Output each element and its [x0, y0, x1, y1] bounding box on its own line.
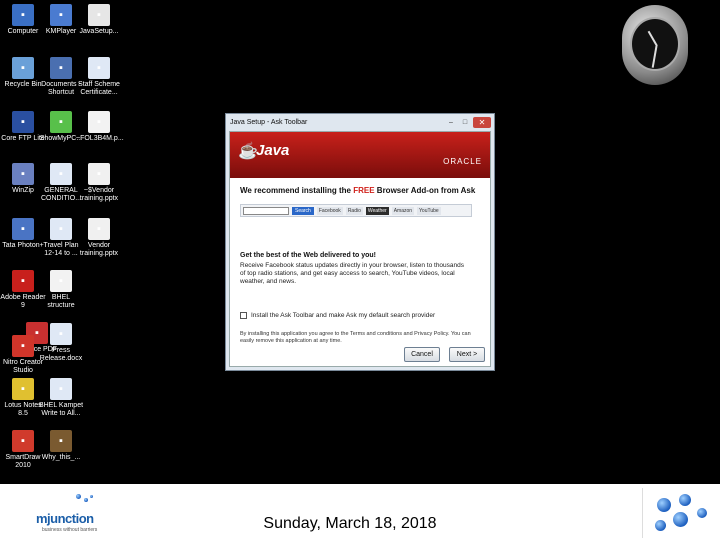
- pptx-icon: ▪: [88, 163, 110, 185]
- close-button[interactable]: ✕: [473, 117, 491, 128]
- pptx-icon: ▪: [88, 218, 110, 240]
- logo-dot-icon: [90, 495, 93, 498]
- ftp-icon: ▪: [12, 111, 34, 133]
- desktop-icon-label: ~FOL3B4M.p...: [76, 135, 124, 142]
- blue-dot-icon: [673, 512, 688, 527]
- toolbar-preview-item: YouTube: [417, 206, 441, 215]
- desktop-icon[interactable]: ▪ Press Release.docx: [38, 323, 84, 363]
- desktop-icon-label: JavaSetup...: [79, 28, 119, 35]
- offer-heading: Get the best of the Web delivered to you…: [240, 252, 376, 259]
- document-icon: ▪: [50, 378, 72, 400]
- dialog-button-row: Cancel Next >: [229, 347, 491, 367]
- documents-shortcut-icon: ▪: [50, 57, 72, 79]
- recommend-suffix: Browser Add-on from Ask: [374, 186, 476, 195]
- desktop-icon-label: BHEL Kampet Write to All...: [38, 402, 84, 417]
- computer-icon: ▪: [12, 4, 34, 26]
- document-icon: ▪: [88, 57, 110, 79]
- next-button[interactable]: Next >: [449, 347, 485, 362]
- oracle-logo: ORACLE: [443, 157, 482, 166]
- toolbar-preview-item: Amazon: [391, 206, 415, 215]
- desktop-icon[interactable]: ▪ BHEL Kampet Write to All...: [38, 378, 84, 418]
- document-icon: ▪: [50, 218, 72, 240]
- java-banner: ☕ Java ORACLE: [230, 132, 490, 178]
- clock-hour-hand: [647, 30, 658, 47]
- maximize-button[interactable]: □: [459, 118, 471, 128]
- desktop-icon-label: Why_this_...: [41, 454, 81, 461]
- recommend-text: We recommend installing the FREE Browser…: [240, 186, 475, 195]
- blue-dot-icon: [655, 520, 666, 531]
- smartdraw-icon: ▪: [12, 430, 34, 452]
- desktop-icon[interactable]: ▪ Vendor training.pptx: [76, 218, 122, 258]
- minimize-button[interactable]: –: [445, 118, 457, 128]
- blue-dots-logo: [642, 488, 718, 538]
- logo-dot-icon: [84, 498, 88, 502]
- clock-face: [630, 17, 680, 71]
- toolbar-preview-item: Radio: [345, 206, 363, 215]
- pdf-icon: ▪: [88, 111, 110, 133]
- clock-gadget[interactable]: [622, 5, 688, 85]
- nitro-creator-icon: ▪: [12, 335, 34, 357]
- toolbar-preview-item: Facebook: [316, 206, 343, 215]
- mjunction-logo-tagline: business without barriers: [42, 527, 98, 533]
- desktop-icon-label: Press Release.docx: [39, 347, 83, 362]
- blue-dot-icon: [679, 494, 691, 506]
- desktop-icon-label: ~$Vendor training.pptx: [79, 187, 119, 202]
- document-icon: ▪: [50, 163, 72, 185]
- document-icon: ▪: [50, 323, 72, 345]
- dialog-title: Java Setup - Ask Toolbar: [230, 119, 308, 126]
- recommend-prefix: We recommend installing the: [240, 186, 354, 195]
- java-cup-icon: ☕: [238, 143, 258, 160]
- cancel-button[interactable]: Cancel: [404, 347, 440, 362]
- desktop-icon-label: Staff Scheme Certificate...: [78, 81, 120, 96]
- toolbar-preview-search-box: [243, 206, 289, 215]
- desktop-icon-label: BHEL structure: [47, 294, 75, 309]
- kmplayer-icon: ▪: [50, 4, 72, 26]
- clock-minute-hand: [652, 45, 658, 68]
- install-toolbar-option[interactable]: Install the Ask Toolbar and make Ask my …: [240, 312, 435, 319]
- desktop-icon[interactable]: ▪ Why_this_...: [38, 430, 84, 462]
- java-setup-dialog: Java Setup - Ask Toolbar – □ ✕ ☕ Java OR…: [225, 113, 495, 371]
- logo-dot-icon: [76, 494, 81, 499]
- footer-date: Sunday, March 18, 2018: [263, 515, 437, 532]
- java-logo: Java: [256, 142, 290, 159]
- offer-description: Receive Facebook status updates directly…: [240, 262, 465, 285]
- dialog-titlebar[interactable]: Java Setup - Ask Toolbar – □ ✕: [226, 114, 494, 131]
- install-toolbar-label: Install the Ask Toolbar and make Ask my …: [251, 312, 436, 319]
- mjunction-logo-text: mjunction: [36, 511, 94, 526]
- blue-dot-icon: [657, 498, 671, 512]
- showmypc-icon: ▪: [50, 111, 72, 133]
- java-setup-icon: ▪: [88, 4, 110, 26]
- desktop-icon[interactable]: ▪ Staff Scheme Certificate...: [76, 57, 122, 97]
- why-this-icon: ▪: [50, 430, 72, 452]
- desktop-icon[interactable]: ▪ JavaSetup...: [76, 4, 122, 36]
- toolbar-preview-item: Weather: [365, 206, 389, 215]
- desktop-icon[interactable]: ▪ ~$Vendor training.pptx: [76, 163, 122, 203]
- lotus-notes-icon: ▪: [12, 378, 34, 400]
- recommend-free: FREE: [353, 186, 375, 195]
- winzip-icon: ▪: [12, 163, 34, 185]
- dialog-body: ☕ Java ORACLE We recommend installing th…: [229, 131, 491, 367]
- toolbar-preview-search-button: Search: [292, 206, 314, 215]
- desktop-icon[interactable]: ▪ BHEL structure: [38, 270, 84, 310]
- tata-photon-icon: ▪: [12, 218, 34, 240]
- blue-dot-icon: [697, 508, 707, 518]
- ask-toolbar-preview: Search Facebook Radio Weather Amazon You…: [240, 204, 472, 217]
- pdf-icon: ▪: [50, 270, 72, 292]
- mjunction-logo: mjunction business without barriers: [36, 492, 120, 536]
- adobe-reader-icon: ▪: [12, 270, 34, 292]
- terms-fine-print: By installing this application you agree…: [240, 331, 471, 344]
- desktop-icon[interactable]: ▪ ~FOL3B4M.p...: [76, 111, 124, 143]
- desktop-icon-label: Vendor training.pptx: [79, 242, 119, 257]
- install-toolbar-checkbox[interactable]: [240, 312, 247, 319]
- recycle-bin-icon: ▪: [12, 57, 34, 79]
